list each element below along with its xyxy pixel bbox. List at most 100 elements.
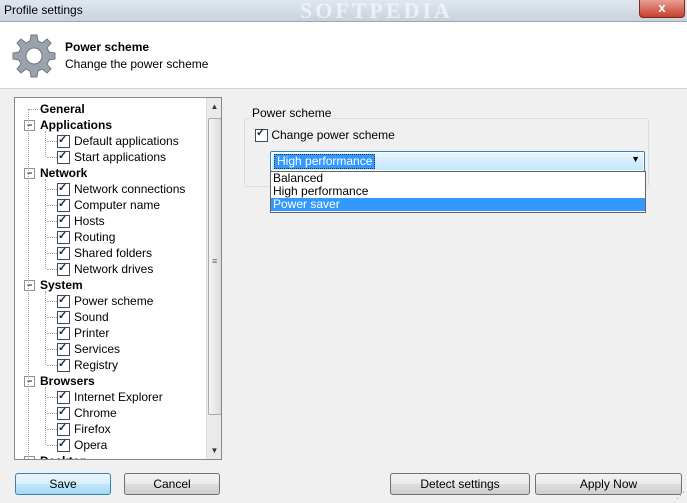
tree-item[interactable]: ✓ Routing	[47, 229, 115, 245]
tree-connector	[47, 317, 57, 318]
tree-item-label: Firefox	[74, 422, 111, 436]
tree-item-checkbox[interactable]: ✓	[57, 342, 70, 357]
tree-connector	[47, 429, 57, 430]
check-icon: ✓	[58, 214, 68, 227]
tree-item-label: Shared folders	[74, 246, 153, 260]
tree-item-label: Default applications	[74, 134, 179, 148]
tree-item-label: Start applications	[74, 150, 167, 164]
tree-item-checkbox[interactable]: ✓	[57, 198, 70, 213]
tree-category-label: General	[40, 102, 85, 116]
tree-connector	[47, 365, 57, 366]
tree-item[interactable]: ✓ Start applications	[47, 149, 167, 165]
change-power-scheme-label: Change power scheme	[271, 128, 395, 142]
tree-item-label: Services	[74, 342, 121, 356]
tree-item[interactable]: ✓ Firefox	[47, 421, 111, 437]
tree-category[interactable]: − Applications	[24, 117, 112, 133]
tree-item[interactable]: ✓ Sound	[47, 309, 109, 325]
tree-item[interactable]: ✓ Network connections	[47, 181, 185, 197]
tree-item-label: Network drives	[74, 262, 154, 276]
scroll-thumb[interactable]: ≡	[208, 118, 221, 415]
tree-category-label: Desktop	[40, 454, 87, 459]
tree-connector	[47, 413, 57, 414]
tree-connector	[47, 301, 57, 302]
tree-item-checkbox[interactable]: ✓	[57, 358, 70, 373]
tree-item-checkbox[interactable]: ✓	[57, 326, 70, 341]
page-title: Power scheme	[65, 40, 150, 54]
tree-connector	[45, 387, 46, 445]
collapse-icon[interactable]: −	[24, 168, 35, 179]
power-scheme-combo[interactable]: High performance ▼	[270, 151, 645, 172]
tree-item-checkbox[interactable]: ✓	[57, 310, 70, 325]
tree-item-checkbox[interactable]: ✓	[57, 390, 70, 405]
tree-item-checkbox[interactable]: ✓	[57, 438, 70, 453]
tree-item-checkbox[interactable]: ✓	[57, 294, 70, 309]
tree-item-checkbox[interactable]: ✓	[57, 246, 70, 261]
scroll-down-arrow[interactable]: ▼	[207, 443, 221, 458]
tree-connector	[45, 291, 46, 365]
tree-item-checkbox[interactable]: ✓	[57, 406, 70, 421]
tree-item-label: Registry	[74, 358, 119, 372]
tree-item[interactable]: ✓ Registry	[47, 357, 119, 373]
tree-item-checkbox[interactable]: ✓	[57, 422, 70, 437]
tree-item[interactable]: ✓ Network drives	[47, 261, 154, 277]
tree-item[interactable]: ✓ Services	[47, 341, 121, 357]
tree-connector	[47, 141, 57, 142]
tree-item-checkbox[interactable]: ✓	[57, 262, 70, 277]
power-scheme-dropdown: Balanced High performance Power saver	[270, 171, 646, 213]
tree-scrollbar[interactable]: ▲ ≡ ▼	[206, 98, 221, 459]
detect-settings-button[interactable]: Detect settings	[390, 473, 530, 495]
tree-item-label: Sound	[74, 310, 109, 324]
change-power-scheme-row[interactable]: ✓ Change power scheme	[255, 127, 395, 143]
check-icon: ✓	[58, 342, 68, 355]
apply-now-button[interactable]: Apply Now	[535, 473, 682, 495]
tree-item[interactable]: ✓ Internet Explorer	[47, 389, 163, 405]
grip-icon: ≡	[212, 256, 218, 266]
collapse-icon[interactable]: −	[24, 456, 35, 459]
tree-item[interactable]: ✓ Hosts	[47, 213, 105, 229]
tree-item-checkbox[interactable]: ✓	[57, 230, 70, 245]
size-grip-icon[interactable]: ⋰	[676, 490, 685, 501]
collapse-icon[interactable]: −	[24, 376, 35, 387]
tree-item[interactable]: ✓ Default applications	[47, 133, 179, 149]
check-icon: ✓	[58, 390, 68, 403]
tree-item-checkbox[interactable]: ✓	[57, 182, 70, 197]
tree-category-label: System	[40, 278, 83, 292]
watermark: SOFTPEDIA	[300, 0, 453, 23]
scroll-up-arrow[interactable]: ▲	[207, 99, 221, 114]
collapse-icon[interactable]: −	[24, 120, 35, 131]
collapse-icon[interactable]: −	[24, 280, 35, 291]
check-icon: ✓	[58, 182, 68, 195]
tree-item-checkbox[interactable]: ✓	[57, 214, 70, 229]
change-power-scheme-checkbox[interactable]: ✓	[255, 127, 268, 143]
tree-connector	[47, 397, 57, 398]
tree-item[interactable]: ✓ Computer name	[47, 197, 160, 213]
tree-category[interactable]: − System	[24, 277, 83, 293]
cancel-button[interactable]: Cancel	[124, 473, 220, 495]
combo-selected-value: High performance	[274, 154, 376, 169]
option-power-saver[interactable]: Power saver	[271, 198, 645, 211]
tree-item[interactable]: ✓ Printer	[47, 325, 109, 341]
check-icon: ✓	[58, 310, 68, 323]
save-button[interactable]: Save	[15, 473, 111, 495]
tree-item[interactable]: ✓ Chrome	[47, 405, 117, 421]
page-subtitle: Change the power scheme	[65, 57, 209, 71]
tree-item-label: Internet Explorer	[74, 390, 163, 404]
settings-tree[interactable]: General − Applications ✓ Default application…	[14, 97, 222, 460]
tree-item-checkbox[interactable]: ✓	[57, 150, 70, 165]
tree-connector	[47, 269, 57, 270]
tree-item[interactable]: ✓ Power scheme	[47, 293, 153, 309]
tree-item-checkbox[interactable]: ✓	[57, 134, 70, 149]
tree-category[interactable]: − Network	[24, 165, 88, 181]
tree-connector	[47, 333, 57, 334]
tree-connector	[45, 131, 46, 157]
tree-category-label: Network	[40, 166, 88, 180]
tree-item[interactable]: ✓ Opera	[47, 437, 108, 453]
tree-category[interactable]: − Desktop	[24, 453, 87, 459]
tree-item-label: Opera	[74, 438, 108, 452]
tree-item[interactable]: ✓ Shared folders	[47, 245, 153, 261]
group-label: Power scheme	[250, 106, 334, 120]
tree-category[interactable]: General	[28, 101, 85, 117]
close-button[interactable]: x	[639, 0, 685, 18]
tree-category[interactable]: − Browsers	[24, 373, 95, 389]
chevron-down-icon[interactable]: ▼	[631, 154, 640, 164]
